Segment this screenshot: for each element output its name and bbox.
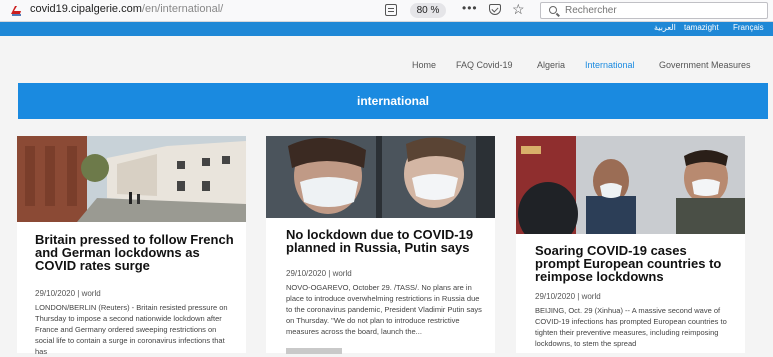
article-image[interactable] [17,136,246,222]
url-bar[interactable]: covid19.cipalgerie.com/en/international/ [30,3,223,15]
nav-faq[interactable]: FAQ Covid-19 [456,60,513,70]
search-icon [549,6,557,14]
nav-algeria[interactable]: Algeria [537,60,565,70]
article-title[interactable]: Soaring COVID-19 cases prompt European c… [535,244,735,283]
bookmark-star-icon[interactable]: ☆ [512,1,525,18]
section-banner: international [18,83,768,119]
lang-arabic[interactable]: العربية [654,23,676,32]
article-image[interactable] [516,136,745,234]
reader-view-icon[interactable] [385,4,397,16]
language-bar: العربية tamazight Français [0,22,773,36]
pocket-icon[interactable] [489,4,501,15]
section-title: international [356,94,429,108]
article-card[interactable]: Britain pressed to follow French and Ger… [17,136,246,356]
browser-search-box[interactable] [540,2,768,19]
article-title[interactable]: Britain pressed to follow French and Ger… [35,233,235,272]
page-actions-icon[interactable]: ••• [462,1,478,15]
read-more-button[interactable] [286,348,342,354]
article-excerpt: NOVO-OGAREVO, October 29. /TASS/. No pla… [286,283,482,336]
lang-tamazight[interactable]: tamazight [684,23,719,32]
url-path: /en/international/ [141,3,224,15]
nav-government-measures[interactable]: Government Measures [659,60,751,70]
lang-french[interactable]: Français [733,23,764,32]
article-image[interactable] [266,136,495,218]
article-meta: 29/10/2020 | world [535,292,601,301]
article-excerpt: LONDON/BERLIN (Reuters) - Britain resist… [35,303,228,356]
browser-toolbar: covid19.cipalgerie.com/en/international/… [0,0,773,22]
nav-international[interactable]: International [585,60,635,70]
article-meta: 29/10/2020 | world [286,269,352,278]
article-card[interactable]: Soaring COVID-19 cases prompt European c… [516,136,745,353]
nav-home[interactable]: Home [412,60,436,70]
zoom-badge[interactable]: 80 % [410,3,446,18]
article-title[interactable]: No lockdown due to COVID-19 planned in R… [286,228,486,254]
search-input[interactable] [565,4,760,17]
article-excerpt: BEIJING, Oct. 29 (Xinhua) -- A massive s… [535,306,727,348]
site-favicon-icon [11,6,21,16]
url-domain: covid19.cipalgerie.com [30,3,142,15]
article-card[interactable]: No lockdown due to COVID-19 planned in R… [266,136,495,354]
article-meta: 29/10/2020 | world [35,289,101,298]
